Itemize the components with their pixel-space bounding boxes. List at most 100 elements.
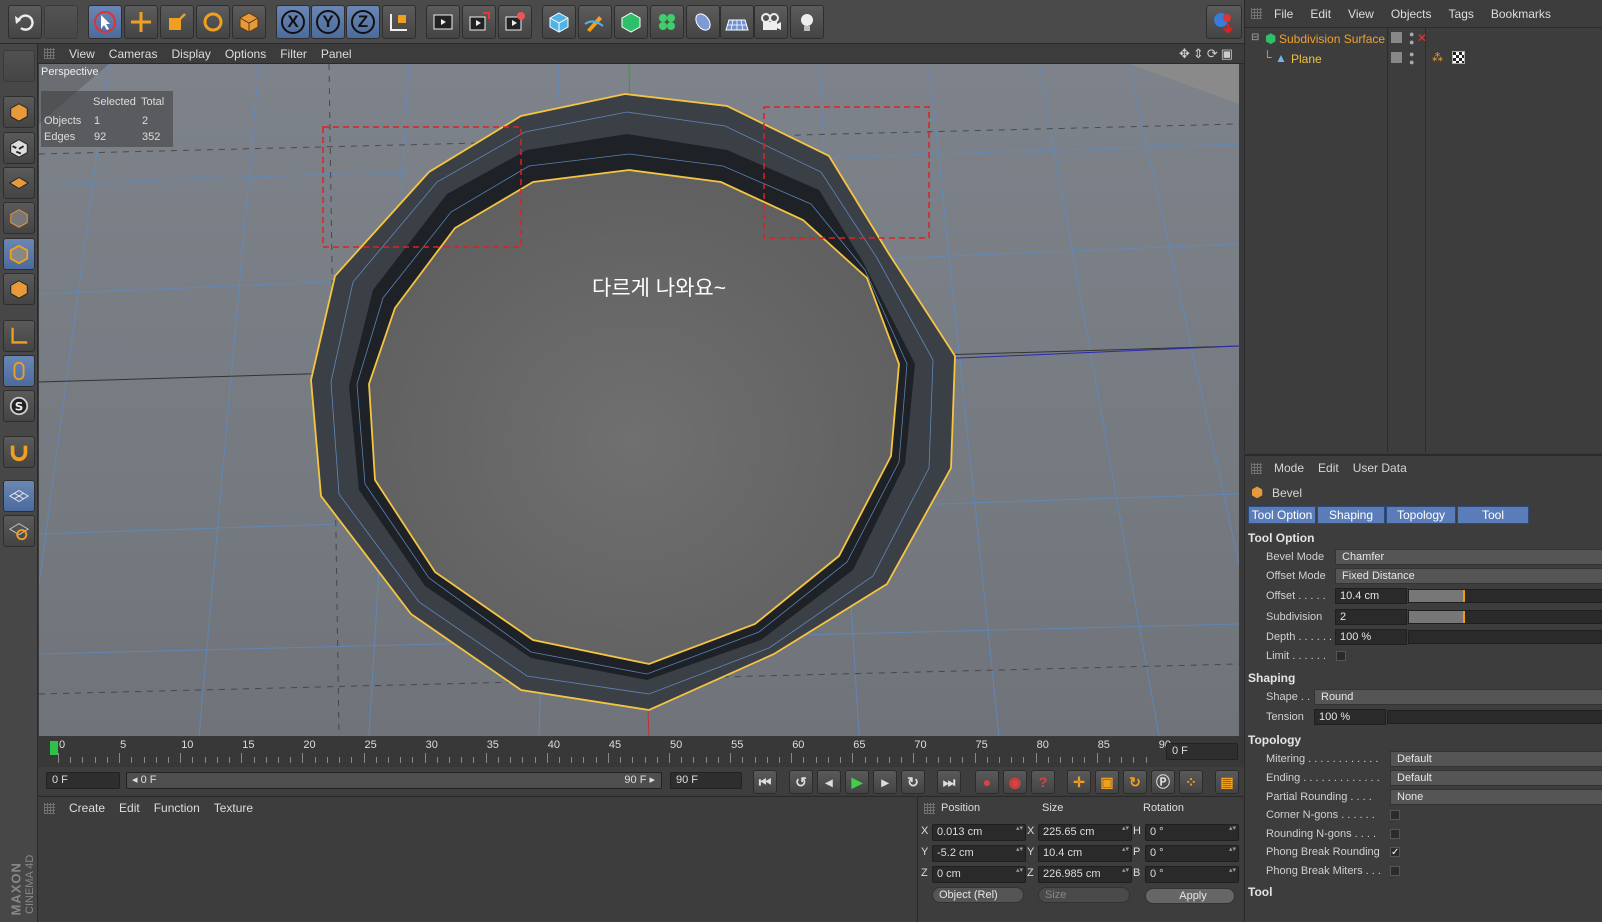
subdivision-slider[interactable] (1408, 610, 1602, 624)
layer-icon[interactable] (1391, 52, 1402, 63)
tab-shaping[interactable]: Shaping (1317, 506, 1385, 524)
cloner-icon[interactable] (650, 5, 684, 39)
tab-tool[interactable]: Tool (1457, 506, 1529, 524)
playhead[interactable] (50, 741, 58, 755)
timeline-window-icon[interactable]: ▤ (1215, 770, 1239, 794)
polygons-mode-icon[interactable] (3, 273, 35, 305)
pos-y-field[interactable]: -5.2 cm (932, 845, 1026, 862)
timeline[interactable]: 0 5 10 15 20 25 30 35 40 45 50 55 60 65 70 75 80 85 90 0 F (38, 737, 1244, 767)
current-frame-field[interactable]: 0 F (1166, 743, 1238, 760)
size-x-field[interactable]: 225.65 cm (1038, 824, 1132, 841)
key-scale-icon[interactable]: ▣ (1095, 770, 1119, 794)
tension-field[interactable]: 100 % (1314, 709, 1386, 725)
start-frame-field[interactable]: 0 F (46, 772, 120, 789)
points-mode-icon[interactable] (3, 202, 35, 234)
light-icon[interactable] (790, 5, 824, 39)
rotate-icon[interactable] (196, 5, 230, 39)
select-icon[interactable] (88, 5, 122, 39)
y-axis-lock-button[interactable]: Y (311, 5, 345, 39)
render-view-icon[interactable] (426, 5, 460, 39)
edges-mode-icon[interactable] (3, 238, 35, 270)
magnet-icon[interactable] (3, 436, 35, 468)
menu-texture[interactable]: Texture (214, 801, 253, 815)
menu-options[interactable]: Options (225, 47, 266, 61)
menu-edit[interactable]: Edit (1310, 7, 1331, 21)
model-mode-icon[interactable] (3, 96, 35, 128)
key-position-icon[interactable]: ✛ (1067, 770, 1091, 794)
drag-handle-icon[interactable] (924, 803, 935, 814)
menu-mode[interactable]: Mode (1274, 461, 1304, 475)
depth-slider[interactable] (1408, 630, 1602, 644)
key-parameter-icon[interactable]: Ⓟ (1151, 770, 1175, 794)
menu-edit[interactable]: Edit (1318, 461, 1339, 475)
timeline-ruler[interactable]: 0 5 10 15 20 25 30 35 40 45 50 55 60 65 70 75 80 85 90 (38, 737, 1171, 767)
render-settings-icon[interactable] (498, 5, 532, 39)
menu-user-data[interactable]: User Data (1353, 461, 1407, 475)
range-slider[interactable]: ◂ 0 F 90 F ▸ (126, 772, 662, 789)
tweak-mode-icon[interactable] (3, 355, 35, 387)
pos-x-field[interactable]: 0.013 cm (932, 824, 1026, 841)
previous-frame-icon[interactable]: ◂ (817, 770, 841, 794)
subdivision-field[interactable]: 2 (1335, 609, 1407, 625)
deformer-icon[interactable] (686, 5, 720, 39)
axis-mode-icon[interactable] (3, 320, 35, 352)
mitering-select[interactable]: Default (1390, 751, 1602, 767)
world-coords-icon[interactable] (382, 5, 416, 39)
phong-tag-icon[interactable]: ⁂ (1432, 51, 1443, 64)
menu-display[interactable]: Display (171, 47, 210, 61)
object-row[interactable]: ⊟ ⬢ Subdivision Surface ● ● ✕ (1249, 30, 1589, 48)
next-key-icon[interactable]: ↻ (901, 770, 925, 794)
workplane-mode-icon[interactable] (3, 167, 35, 199)
cube-icon[interactable] (542, 5, 576, 39)
object-name[interactable]: Plane (1291, 52, 1322, 66)
menu-objects[interactable]: Objects (1391, 7, 1432, 21)
key-point-level-icon[interactable]: ⁘ (1179, 770, 1203, 794)
live-selection-icon[interactable] (232, 5, 266, 39)
viewport-nav-icons[interactable]: ✥⇕⟳▣ (1179, 46, 1236, 62)
end-frame-field[interactable]: 90 F (670, 772, 742, 789)
menu-edit[interactable]: Edit (119, 801, 140, 815)
shape-select[interactable]: Round (1314, 689, 1602, 705)
texture-mode-icon[interactable] (3, 132, 35, 164)
drag-handle-icon[interactable] (1251, 8, 1262, 19)
ending-select[interactable]: Default (1390, 770, 1602, 786)
x-axis-lock-button[interactable]: X (276, 5, 310, 39)
tension-slider[interactable] (1387, 710, 1602, 724)
phong-break-rounding-checkbox[interactable]: ✓ (1390, 847, 1400, 858)
z-axis-lock-button[interactable]: Z (346, 5, 380, 39)
logo-icon[interactable] (1206, 5, 1242, 39)
disable-icon[interactable]: ✕ (1417, 31, 1427, 45)
bevel-mode-select[interactable]: Chamfer (1335, 549, 1602, 565)
size-z-field[interactable]: 226.985 cm (1038, 866, 1132, 883)
grid-snap-icon[interactable] (3, 515, 35, 547)
menu-cameras[interactable]: Cameras (109, 47, 158, 61)
menu-create[interactable]: Create (69, 801, 105, 815)
object-row[interactable]: └ ▲ Plane ● ● ⁂ (1249, 50, 1589, 68)
menu-bookmarks[interactable]: Bookmarks (1491, 7, 1551, 21)
menu-file[interactable]: File (1274, 7, 1293, 21)
menu-panel[interactable]: Panel (321, 47, 352, 61)
menu-function[interactable]: Function (154, 801, 200, 815)
subdivision-icon[interactable] (614, 5, 648, 39)
phong-break-miters-checkbox[interactable] (1390, 866, 1400, 876)
snapping-icon[interactable]: S (3, 390, 35, 422)
collapse-icon[interactable]: ⊟ (1251, 32, 1259, 43)
offset-slider[interactable] (1408, 589, 1602, 603)
go-to-start-icon[interactable]: ⏮ (753, 770, 777, 794)
perspective-viewport[interactable]: Perspective Selected Total Objects 1 2 E… (39, 64, 1239, 736)
tab-tool-option[interactable]: Tool Option (1248, 506, 1316, 524)
render-picture-viewer-icon[interactable] (462, 5, 496, 39)
corner-ngons-checkbox[interactable] (1390, 810, 1400, 820)
play-icon[interactable]: ▶ (845, 770, 869, 794)
partial-rounding-select[interactable]: None (1390, 789, 1602, 805)
coordinate-mode-select[interactable]: Object (Rel) (932, 887, 1024, 903)
apply-button[interactable]: Apply (1145, 888, 1235, 904)
record-icon[interactable]: ● (975, 770, 999, 794)
rot-h-field[interactable]: 0 ° (1145, 824, 1239, 841)
rot-p-field[interactable]: 0 ° (1145, 845, 1239, 862)
keyframe-selection-icon[interactable]: ? (1031, 770, 1055, 794)
visibility-dots-icon[interactable]: ● ● (1409, 30, 1414, 47)
autokey-icon[interactable]: ◉ (1003, 770, 1027, 794)
move-icon[interactable] (124, 5, 158, 39)
make-editable-icon[interactable] (3, 50, 35, 82)
